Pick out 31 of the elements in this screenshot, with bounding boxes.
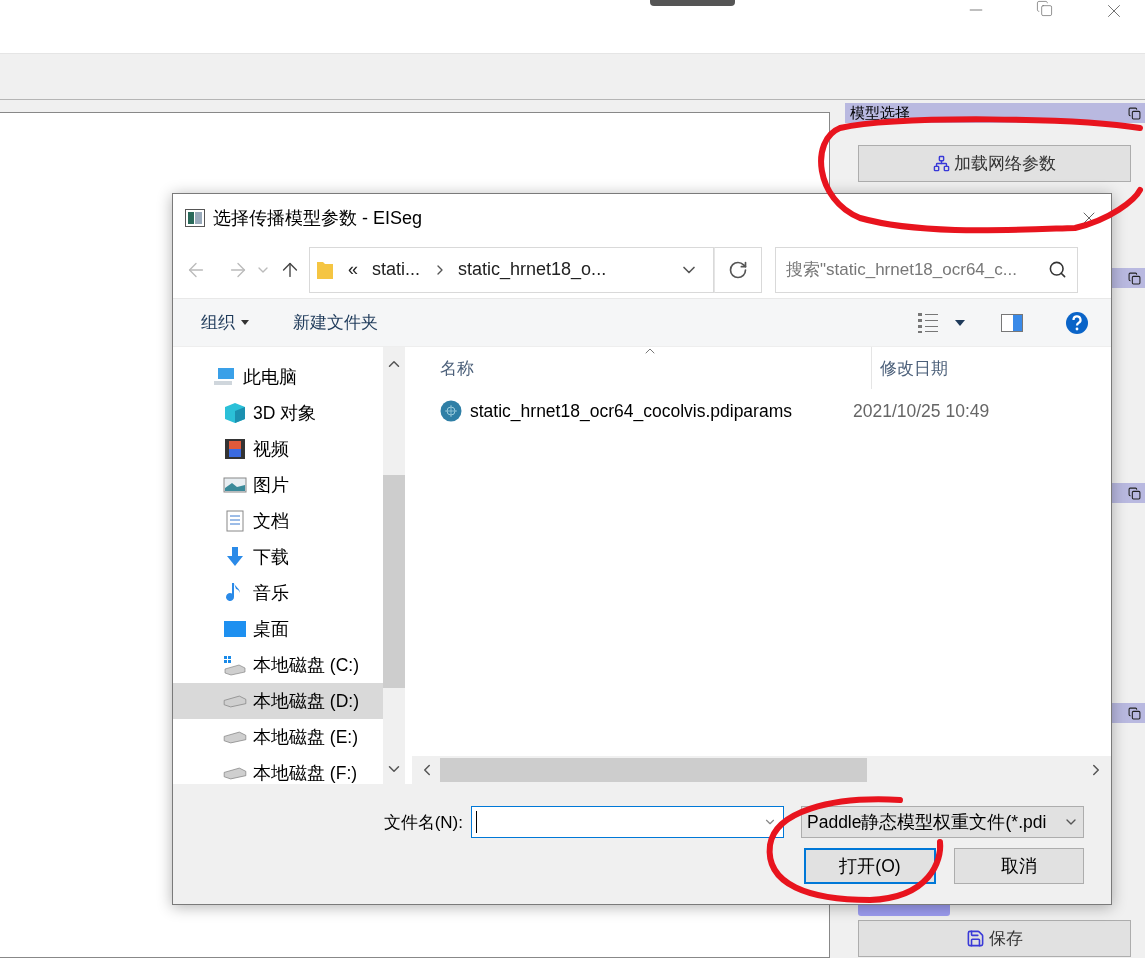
nav-tree-item[interactable]: 此电脑 (173, 359, 383, 395)
load-button[interactable]: 加载网络参数 (858, 145, 1131, 182)
file-type-dropdown[interactable]: Paddle静态模型权重文件(*.pdi (801, 806, 1084, 838)
field-label: 文件名(N): (383, 811, 463, 834)
nav-tree-item[interactable]: 本地磁盘 (C:) (173, 647, 383, 683)
dialog-button[interactable]: 取消 (954, 848, 1084, 884)
file-row[interactable]: static_hrnet18_ocr64_cocolvis.pdiparams 2021/10/25 10:49 (412, 393, 1111, 429)
search-field[interactable]: 搜索"static_hrnet18_ocr64_c... (775, 246, 1078, 293)
nav-tree-item[interactable]: 图片 (173, 467, 383, 503)
nav-tree-item[interactable]: 音乐 (173, 575, 383, 611)
breadcrumb[interactable]: static_hrnet18_o... (458, 259, 607, 280)
save-button[interactable]: 保存 (858, 920, 1131, 957)
nav-tree-item[interactable]: 本地磁盘 (D:) (173, 683, 383, 719)
nav-tree-item[interactable]: 下载 (173, 539, 383, 575)
breadcrumb[interactable]: stati... (372, 259, 421, 280)
address-bar[interactable]: « stati... static_hrnet18_o... (309, 246, 714, 293)
file-name: static_hrnet18_ocr64_cocolvis.pdiparams (470, 400, 792, 422)
overflow-chevrons[interactable]: « (348, 259, 358, 280)
nav-tree-item[interactable]: 视频 (173, 431, 383, 467)
nav-tree-item[interactable]: 文档 (173, 503, 383, 539)
nav-tree-item[interactable]: 本地磁盘 (F:) (173, 755, 383, 784)
column-header[interactable]: 名称 (412, 347, 872, 389)
column-header[interactable]: 修改日期 (872, 347, 1102, 389)
window-title: 选择传播模型参数 - EISeg (213, 206, 424, 230)
nav-tree-item[interactable]: 桌面 (173, 611, 383, 647)
file-date: 2021/10/25 10:49 (852, 400, 990, 422)
nav-tree-item[interactable]: 本地磁盘 (E:) (173, 719, 383, 755)
command-button[interactable]: 组织 (201, 311, 249, 334)
command-button[interactable]: 新建文件夹 (293, 311, 378, 334)
nav-tree-item[interactable]: 3D 对象 (173, 395, 383, 431)
dialog-button[interactable]: 打开(O) (804, 848, 936, 884)
